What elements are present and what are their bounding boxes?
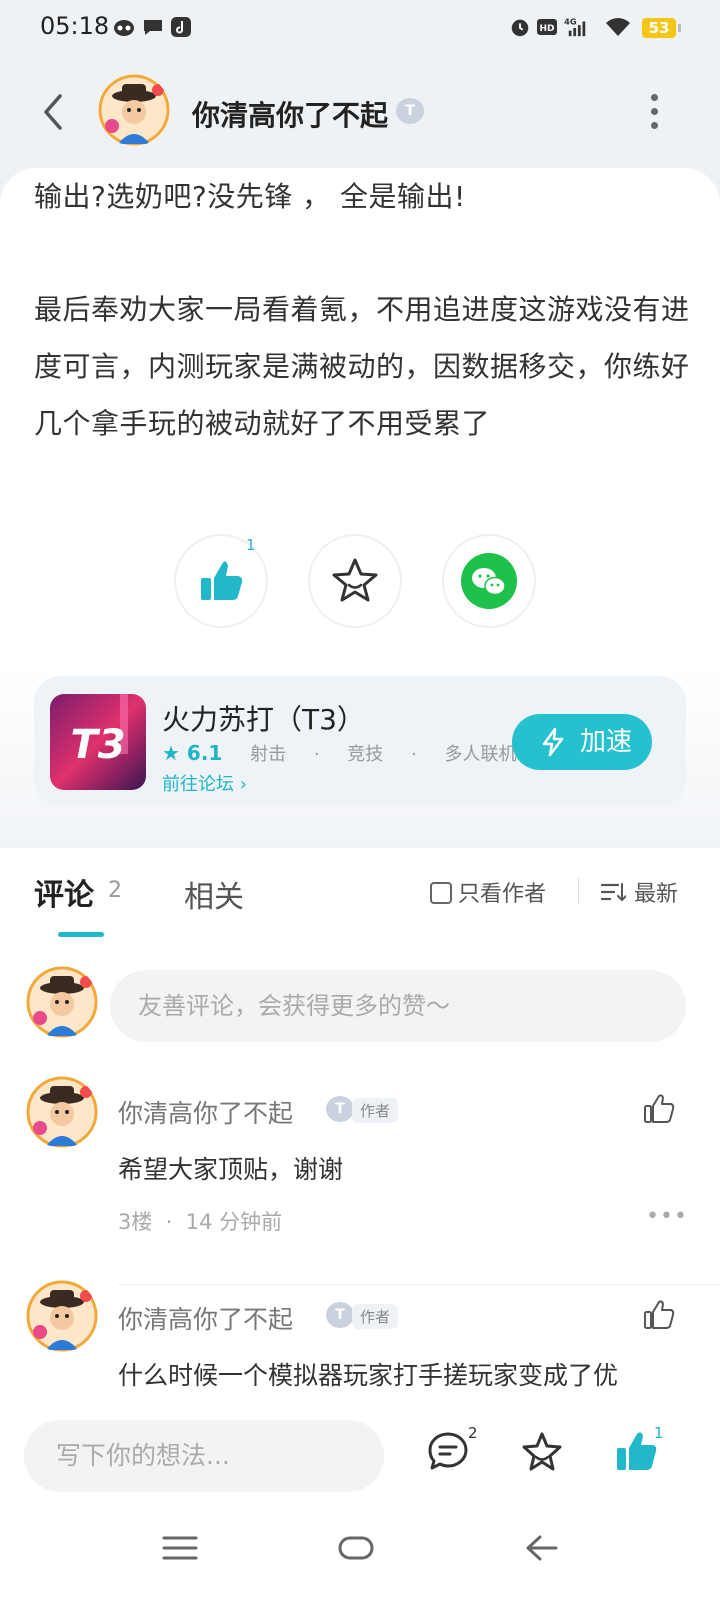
game-meta: ★ 6.1 射击 · 竞技 · 多人联机 <box>162 741 517 765</box>
tab-comments[interactable]: 评论 <box>34 870 94 914</box>
sort-icon <box>600 883 627 902</box>
level-badge: T <box>326 1302 354 1328</box>
status-bar: 05:18 HD 4G 53 <box>0 0 720 56</box>
star-icon <box>332 558 378 602</box>
comment-more-icon[interactable]: ••• <box>646 1204 688 1229</box>
like-count: 1 <box>654 1424 664 1442</box>
post-text-line: 输出?选奶吧?没先锋 ， 全是输出! <box>34 180 466 213</box>
only-author-toggle[interactable]: 只看作者 <box>430 876 546 908</box>
thumbs-up-icon[interactable] <box>614 1430 658 1474</box>
tab-comments-count: 2 <box>108 878 122 903</box>
commenter-avatar[interactable] <box>26 1076 98 1148</box>
menu-icon[interactable] <box>160 1530 200 1566</box>
more-options-icon[interactable] <box>642 94 666 130</box>
game-tag: 竞技 <box>347 744 384 765</box>
star-icon[interactable] <box>520 1430 564 1474</box>
comment-meta: 3楼 · 14 分钟前 <box>118 1210 283 1234</box>
hd-icon: HD <box>537 19 557 35</box>
divider <box>578 878 579 904</box>
wechat-icon <box>461 553 517 609</box>
comment-text: 什么时候一个模拟器玩家打手搓玩家变成了优 <box>118 1361 619 1390</box>
bot-icon <box>114 20 134 36</box>
svg-text:HD: HD <box>539 24 554 34</box>
game-card[interactable]: T3 火力苏打（T3） ★ 6.1 射击 · 竞技 · 多人联机 前往论坛 › … <box>34 676 686 806</box>
checkbox-icon[interactable] <box>430 882 452 904</box>
bottom-action-bar: 写下你的想法... 2 1 <box>0 1400 720 1500</box>
back-arrow-icon[interactable] <box>34 88 74 136</box>
commenter-avatar[interactable] <box>26 1280 98 1352</box>
game-icon[interactable]: T3 <box>50 694 146 790</box>
sort-button[interactable]: 最新 <box>600 876 678 908</box>
comment-like-icon[interactable] <box>642 1298 676 1332</box>
forum-link[interactable]: 前往论坛 › <box>162 770 247 796</box>
level-badge: T <box>396 98 424 124</box>
author-name[interactable]: 你清高你了不起 <box>192 94 388 134</box>
commenter-name[interactable]: 你清高你了不起 <box>118 1094 293 1130</box>
comment-text: 希望大家顶贴，谢谢 <box>118 1155 344 1184</box>
game-name[interactable]: 火力苏打（T3） <box>162 698 365 738</box>
svg-text:4G: 4G <box>564 16 577 26</box>
like-count: 1 <box>246 536 256 554</box>
tab-related[interactable]: 相关 <box>184 872 244 916</box>
commenter-name[interactable]: 你清高你了不起 <box>118 1300 293 1336</box>
author-tag: 作者 <box>352 1304 399 1329</box>
comment-divider <box>118 1284 720 1285</box>
comment-like-icon[interactable] <box>642 1092 676 1126</box>
comment-count: 2 <box>468 1424 478 1442</box>
favorite-button[interactable] <box>310 536 400 626</box>
my-avatar[interactable] <box>26 966 98 1038</box>
post-content: 输出?选奶吧?没先锋 ， 全是输出! 最后奉劝大家一局看着氪，不用追进度这游戏没… <box>0 168 720 848</box>
author-avatar[interactable] <box>98 74 170 146</box>
home-icon[interactable] <box>336 1530 376 1566</box>
comment-input[interactable]: 友善评论，会获得更多的赞～ <box>110 970 686 1042</box>
battery-icon: 53 <box>642 18 681 38</box>
speed-up-button[interactable]: 加速 <box>512 714 652 770</box>
message-icon <box>144 20 162 35</box>
wechat-share-button[interactable] <box>444 536 534 626</box>
game-tag: 多人联机 <box>444 744 517 765</box>
tab-indicator <box>58 932 104 937</box>
comment-icon[interactable] <box>426 1430 470 1474</box>
post-header: 你清高你了不起 T <box>0 60 720 164</box>
author-tag: 作者 <box>352 1098 399 1123</box>
lightning-icon <box>542 727 564 757</box>
level-badge: T <box>326 1096 354 1122</box>
speed-up-label: 加速 <box>580 727 633 757</box>
reply-input[interactable]: 写下你的想法... <box>24 1420 384 1492</box>
status-time: 05:18 <box>40 12 110 40</box>
game-tag: 射击 <box>250 744 287 765</box>
back-icon[interactable] <box>522 1530 562 1566</box>
system-nav-bar <box>0 1500 720 1600</box>
comments-section: 评论 2 相关 只看作者 最新 友善评论，会获得更多的赞～ 你清高你了不起 T … <box>0 848 720 1400</box>
signal-4g-icon: 4G <box>564 16 586 37</box>
alarm-icon <box>511 19 529 37</box>
svg-text:T3: T3 <box>70 722 125 768</box>
post-paragraph: 最后奉劝大家一局看着氪，不用追进度这游戏没有进度可言，内测玩家是满被动的，因数据… <box>34 293 690 440</box>
tiktok-icon <box>171 17 191 37</box>
wifi-icon <box>606 18 630 36</box>
game-score: ★ 6.1 <box>162 741 223 765</box>
